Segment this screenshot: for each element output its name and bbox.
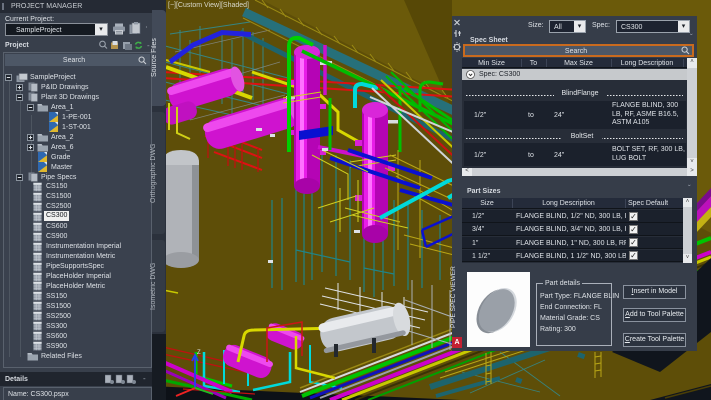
svg-text:-: - [147,41,150,50]
svg-text:Z: Z [197,350,201,356]
svg-text:-: - [143,374,146,383]
svg-text:⋅: ⋅ [145,22,148,32]
